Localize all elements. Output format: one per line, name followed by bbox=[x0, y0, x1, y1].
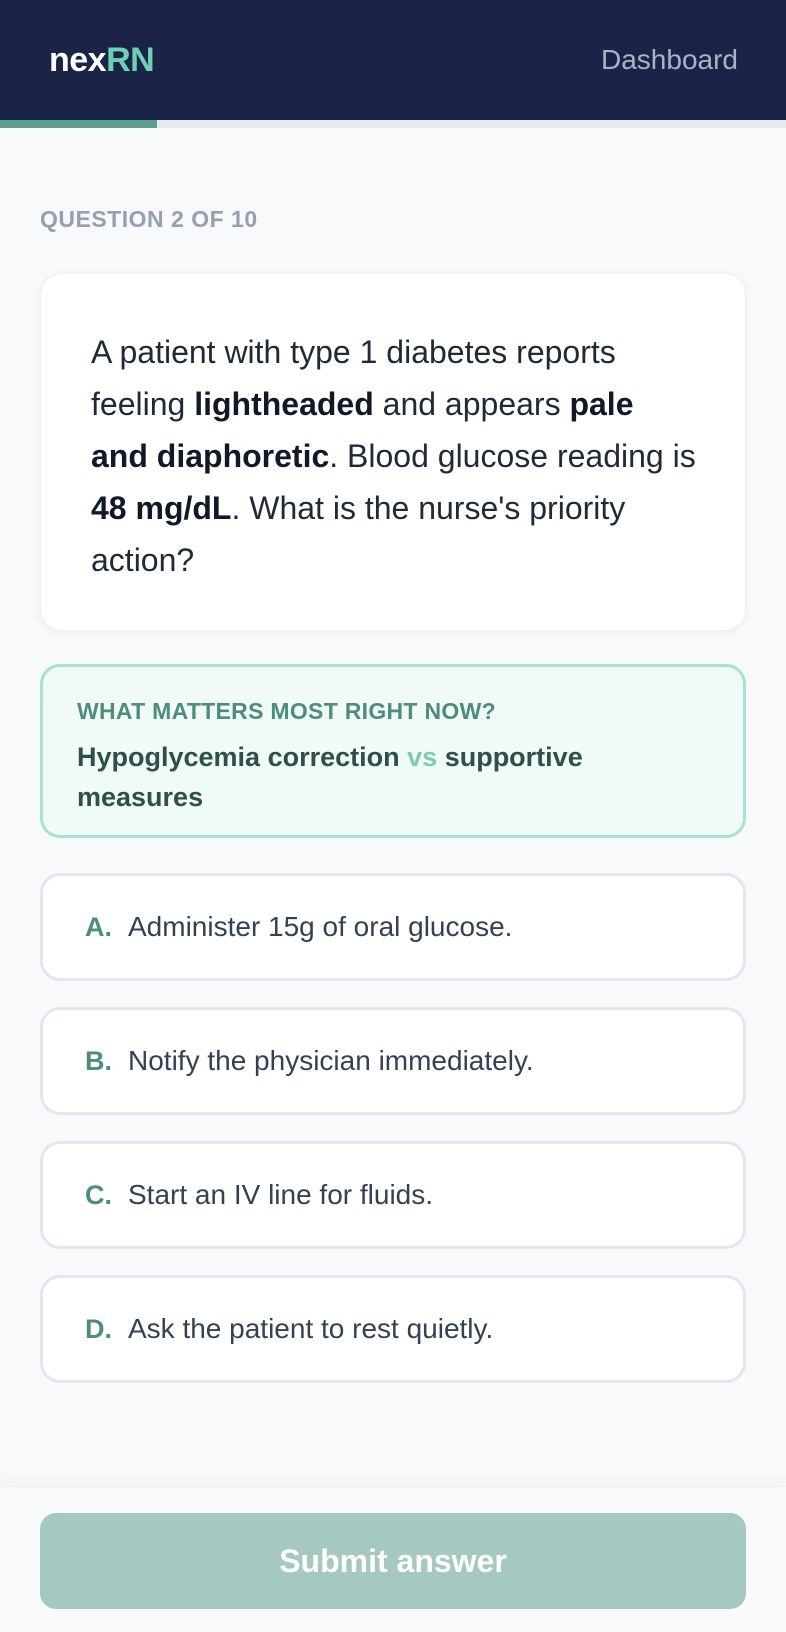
question-segment: and appears bbox=[373, 386, 570, 422]
quiz-progress-fill bbox=[0, 120, 158, 128]
quiz-progress-bar bbox=[0, 120, 786, 128]
question-segment: . Blood glucose reading is bbox=[329, 438, 696, 474]
question-emphasis: lightheaded bbox=[194, 386, 374, 422]
question-card: A patient with type 1 diabetes reports f… bbox=[40, 273, 746, 631]
hint-title: WHAT MATTERS MOST RIGHT NOW? bbox=[77, 698, 496, 724]
question-text: A patient with type 1 diabetes reports f… bbox=[91, 326, 697, 586]
hint-vs: vs bbox=[407, 742, 438, 772]
dashboard-link[interactable]: Dashboard bbox=[601, 42, 738, 78]
hint-box: WHAT MATTERS MOST RIGHT NOW? Hypoglycemi… bbox=[40, 664, 746, 838]
hint-body: Hypoglycemia correction vs supportive me… bbox=[77, 737, 711, 817]
answer-option-c[interactable]: C. Start an IV line for fluids. bbox=[40, 1141, 746, 1249]
submit-answer-button[interactable]: Submit answer bbox=[40, 1513, 746, 1609]
app-header: nexRN Dashboard bbox=[0, 0, 786, 120]
option-letter: D. bbox=[85, 1313, 112, 1344]
footer-bar: Submit answer bbox=[0, 1486, 786, 1632]
option-text: Notify the physician immediately. bbox=[128, 1045, 534, 1076]
option-letter: A. bbox=[85, 911, 112, 942]
option-text: Administer 15g of oral glucose. bbox=[128, 911, 513, 942]
question-counter: QUESTION 2 OF 10 bbox=[40, 206, 258, 232]
answer-option-b[interactable]: B. Notify the physician immediately. bbox=[40, 1007, 746, 1115]
answer-option-d[interactable]: D. Ask the patient to rest quietly. bbox=[40, 1275, 746, 1383]
logo-text-nex: nex bbox=[49, 41, 107, 79]
logo-text-rn: RN bbox=[106, 41, 155, 79]
option-letter: B. bbox=[85, 1045, 112, 1076]
answer-option-a[interactable]: A. Administer 15g of oral glucose. bbox=[40, 873, 746, 981]
option-text: Ask the patient to rest quietly. bbox=[128, 1313, 494, 1344]
app-logo[interactable]: nexRN bbox=[49, 38, 155, 82]
option-text: Start an IV line for fluids. bbox=[128, 1179, 434, 1210]
hint-part-1: Hypoglycemia correction bbox=[77, 742, 400, 772]
option-letter: C. bbox=[85, 1179, 112, 1210]
question-emphasis: 48 mg/dL bbox=[91, 490, 232, 526]
